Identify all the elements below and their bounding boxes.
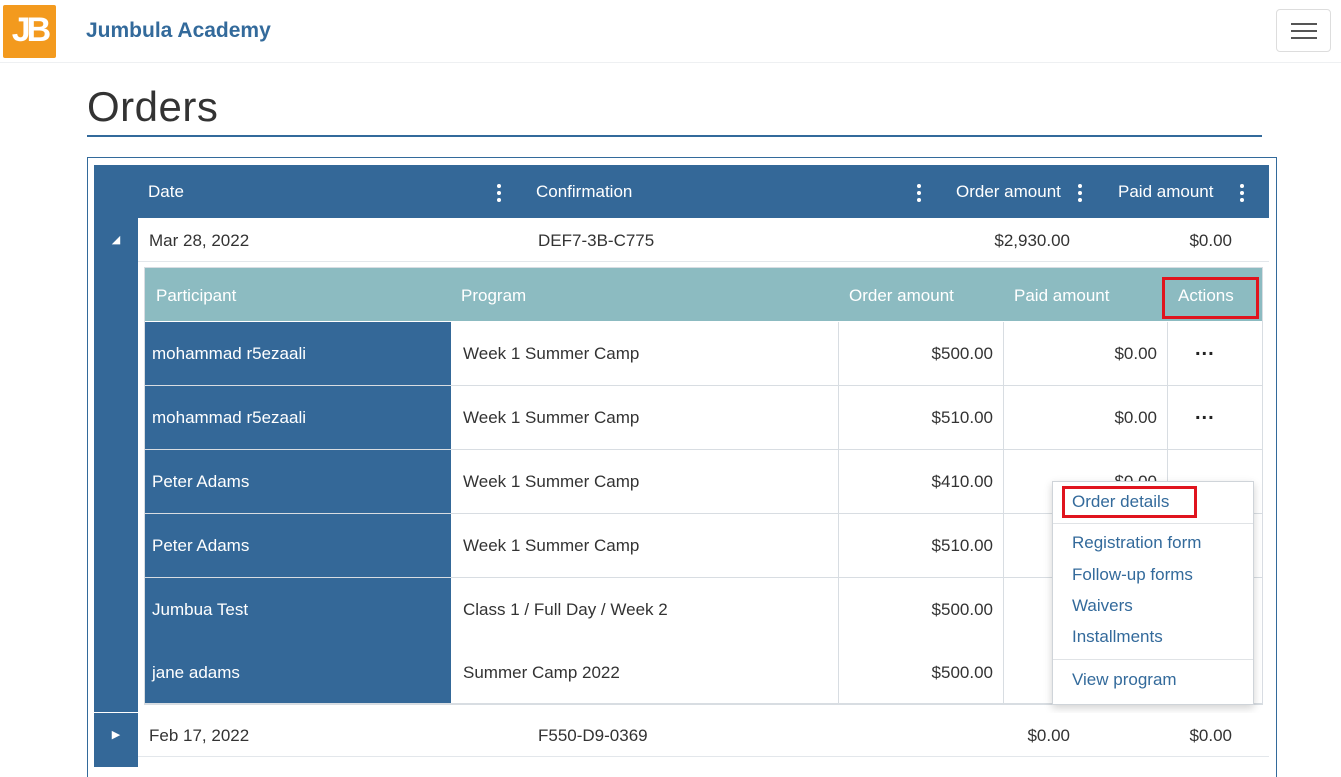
menu-item-follow-up-forms[interactable]: Follow-up forms [1072, 565, 1193, 585]
participant-name: Jumbua Test [145, 578, 451, 641]
detail-row: mohammad r5ezaali Week 1 Summer Camp $51… [145, 386, 1262, 450]
more-actions-icon[interactable]: ... [1195, 402, 1215, 425]
jumbula-logo[interactable]: JB [3, 5, 56, 58]
detail-gutter [94, 262, 138, 712]
order-confirmation: DEF7-3B-C775 [538, 231, 655, 250]
column-menu-icon[interactable] [1240, 184, 1244, 202]
hamburger-icon [1291, 23, 1317, 25]
order-row: ◢ Mar 28, 2022 DEF7-3B-C775 $2,930.00 $0… [94, 218, 1269, 262]
detail-grid-header: Participant Program Order amount Paid am… [145, 268, 1262, 321]
more-actions-icon[interactable]: ... [1195, 338, 1215, 361]
paid-amount: $0.00 [1189, 726, 1232, 745]
column-paid-amount[interactable]: Paid amount [1118, 182, 1213, 202]
top-navbar: JB Jumbula Academy [0, 0, 1341, 63]
program-name: Week 1 Summer Camp [463, 472, 640, 491]
column-menu-icon[interactable] [1078, 184, 1082, 202]
program-name: Week 1 Summer Camp [463, 408, 640, 427]
menu-item-registration-form[interactable]: Registration form [1072, 533, 1201, 553]
order-amount: $410.00 [931, 472, 993, 491]
title-divider [87, 135, 1262, 137]
actions-highlight-box [1162, 277, 1259, 319]
menu-item-view-program[interactable]: View program [1072, 670, 1177, 690]
program-name: Week 1 Summer Camp [463, 536, 640, 555]
column-menu-icon[interactable] [917, 184, 921, 202]
column-program[interactable]: Program [461, 286, 526, 306]
menu-item-installments[interactable]: Installments [1072, 627, 1163, 647]
paid-amount: $0.00 [1114, 344, 1157, 363]
order-amount: $510.00 [931, 408, 993, 427]
order-amount: $500.00 [931, 663, 993, 682]
orders-grid-header: Date Confirmation Order amount Paid amou… [94, 165, 1269, 218]
brand-name[interactable]: Jumbula Academy [86, 19, 271, 43]
program-name: Week 1 Summer Camp [463, 344, 640, 363]
program-name: Summer Camp 2022 [463, 663, 620, 682]
detail-row: mohammad r5ezaali Week 1 Summer Camp $50… [145, 322, 1262, 386]
paid-amount: $0.00 [1189, 231, 1232, 250]
menu-divider [1053, 659, 1253, 660]
column-participant[interactable]: Participant [156, 286, 236, 306]
paid-amount: $0.00 [1114, 408, 1157, 427]
column-order-amount[interactable]: Order amount [956, 182, 1061, 202]
participant-name: mohammad r5ezaali [145, 322, 451, 385]
order-date: Mar 28, 2022 [149, 231, 250, 250]
hamburger-icon [1291, 37, 1317, 39]
expand-arrow-icon[interactable]: ▶ [94, 713, 138, 757]
order-amount: $510.00 [931, 536, 993, 555]
participant-name: jane adams [145, 641, 451, 703]
order-amount: $500.00 [931, 344, 993, 363]
collapse-arrow-icon[interactable]: ◢ [94, 218, 138, 262]
next-row-toggle [94, 757, 138, 767]
column-date[interactable]: Date [148, 182, 184, 202]
column-order-amount[interactable]: Order amount [849, 286, 954, 306]
column-paid-amount[interactable]: Paid amount [1014, 286, 1109, 306]
column-menu-icon[interactable] [497, 184, 501, 202]
menu-divider [1053, 523, 1253, 524]
order-amount: $2,930.00 [994, 231, 1070, 250]
hamburger-icon [1291, 30, 1317, 32]
page-title: Orders [87, 83, 219, 130]
order-row: ▶ Feb 17, 2022 F550-D9-0369 $0.00 $0.00 [94, 713, 1269, 757]
order-details-highlight-box [1062, 486, 1197, 518]
order-amount: $500.00 [931, 600, 993, 619]
menu-item-waivers[interactable]: Waivers [1072, 596, 1133, 616]
order-confirmation: F550-D9-0369 [538, 726, 648, 745]
participant-name: Peter Adams [145, 450, 451, 513]
participant-name: mohammad r5ezaali [145, 386, 451, 449]
order-amount: $0.00 [1027, 726, 1070, 745]
column-confirmation[interactable]: Confirmation [536, 182, 632, 202]
program-name: Class 1 / Full Day / Week 2 [463, 600, 668, 619]
menu-toggle-button[interactable] [1276, 9, 1331, 52]
order-date: Feb 17, 2022 [149, 726, 250, 745]
logo-text: JB [11, 11, 51, 49]
participant-name: Peter Adams [145, 514, 451, 577]
